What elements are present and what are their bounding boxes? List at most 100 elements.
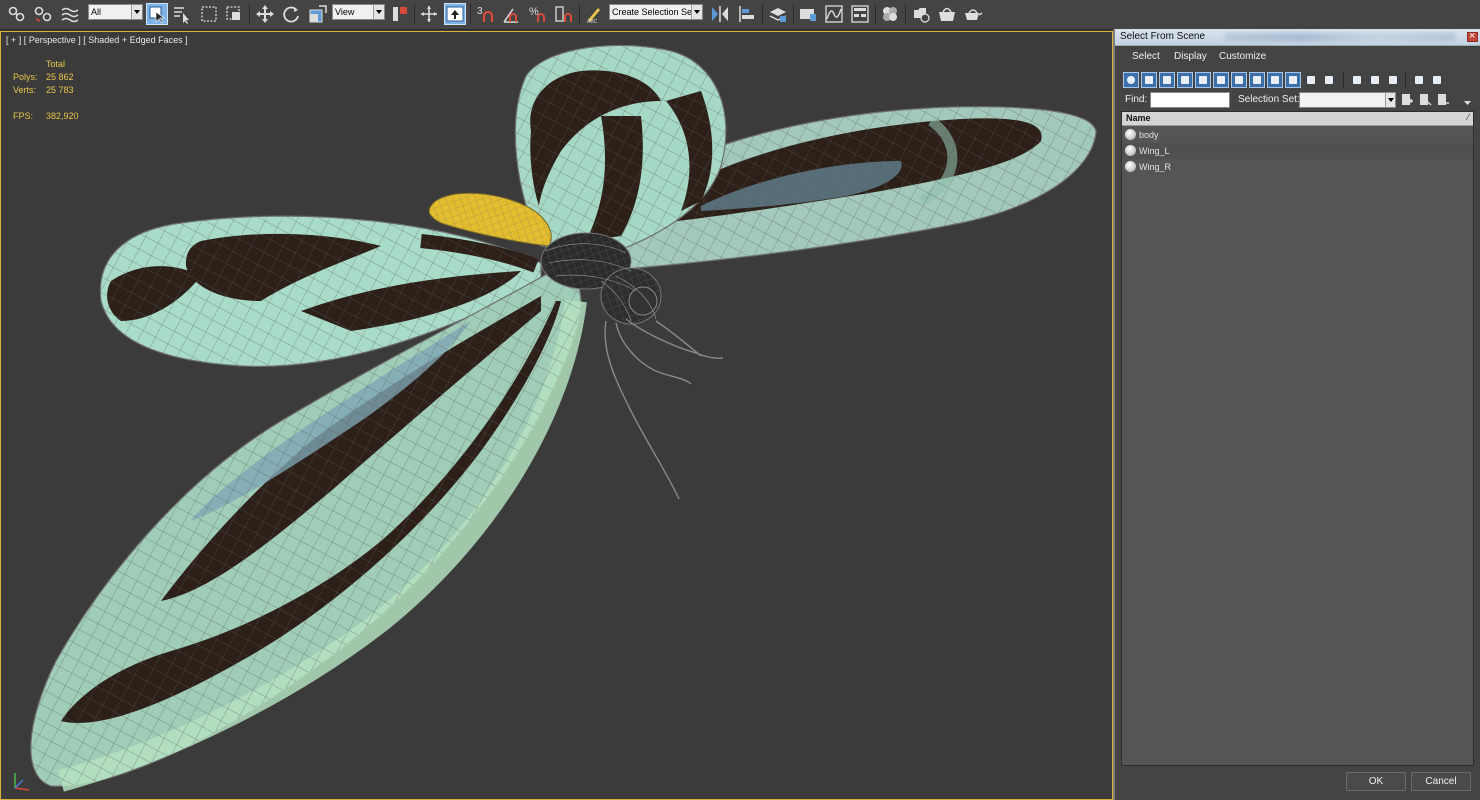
link-icon[interactable] [6,3,28,25]
create-selection-set-icon[interactable] [1401,93,1414,107]
display-helpers-icon[interactable] [1195,72,1211,88]
reference-coord-dropdown[interactable]: View [332,4,385,20]
axis-gizmo-icon [14,773,30,791]
menu-display[interactable]: Display [1174,51,1207,62]
named-selection-value: Create Selection Se [612,7,693,17]
list-item-label: Wing_R [1139,162,1172,172]
display-invert-icon[interactable] [1385,72,1401,88]
cancel-button[interactable]: Cancel [1411,772,1471,791]
percent-snap-icon[interactable]: % [527,3,549,25]
align-icon[interactable] [736,3,758,25]
material-editor-icon[interactable] [879,3,901,25]
name-column-header[interactable]: Name ⁄ [1122,112,1473,126]
list-item-label: Wing_L [1139,146,1170,156]
geometry-sphere-icon [1125,129,1136,140]
stats-polys-label: Polys: [13,72,38,82]
stats-total-label: Total [46,59,66,69]
list-item-label: body [1139,130,1159,140]
bind-spacewarp-icon[interactable] [59,3,81,25]
dialog-filter-toolbar [1121,70,1476,90]
dialog-title: Select From Scene [1120,31,1206,42]
chevron-down-icon [373,5,384,19]
unlink-icon[interactable] [32,3,54,25]
menu-select[interactable]: Select [1132,51,1160,62]
close-icon[interactable] [1467,30,1478,42]
svg-text:ABC: ABC [587,19,598,24]
move-icon[interactable] [254,3,276,25]
snap-3d-icon[interactable]: 3 [475,3,497,25]
schematic-view-icon[interactable] [849,3,871,25]
menu-customize[interactable]: Customize [1219,51,1266,62]
display-spacewarps-icon[interactable] [1213,72,1229,88]
remove-from-selection-set-icon[interactable] [1437,93,1450,107]
display-bones-icon[interactable] [1267,72,1283,88]
angle-snap-icon[interactable] [500,3,522,25]
layer-manager-icon[interactable] [767,3,789,25]
display-containers-icon[interactable] [1285,72,1301,88]
butterfly-model[interactable] [1,32,1112,799]
rect-region-icon[interactable] [198,3,220,25]
display-geometry-icon[interactable] [1123,72,1139,88]
stats-polys-value: 25 862 [46,72,74,82]
display-xrefs-icon[interactable] [1249,72,1265,88]
keyboard-shortcut-icon[interactable] [444,3,466,25]
stats-fps-value: 382,920 [46,111,79,121]
legs [604,318,724,500]
edit-named-sets-icon[interactable]: ABC [583,3,605,25]
stats-fps-label: FPS: [13,111,34,121]
ribbon-icon[interactable] [797,3,819,25]
mirror-icon[interactable] [709,3,731,25]
rendered-frame-icon[interactable] [936,3,958,25]
display-shapes-icon[interactable] [1141,72,1157,88]
scale-icon[interactable] [307,3,329,25]
chevron-down-icon [131,5,142,19]
display-frozen-icon[interactable] [1303,72,1319,88]
display-groups-icon[interactable] [1231,72,1247,88]
window-crossing-icon[interactable] [223,3,245,25]
filter-icon[interactable] [1411,72,1427,88]
chevron-down-icon [691,5,702,19]
blurred-title-area [1225,33,1455,42]
stats-verts-value: 25 783 [46,85,74,95]
spinner-snap-icon[interactable] [553,3,575,25]
selection-filter-value: All [91,7,102,17]
display-none-icon[interactable] [1367,72,1383,88]
add-to-selection-set-icon[interactable] [1419,93,1432,107]
list-item-body[interactable]: body [1122,127,1473,143]
dialog-button-bar: OK Cancel [1115,766,1480,800]
display-lights-icon[interactable] [1159,72,1175,88]
find-row: Find: Selection Set: [1115,91,1480,109]
display-cameras-icon[interactable] [1177,72,1193,88]
chevron-down-icon [1385,93,1395,107]
pivot-icon[interactable] [389,3,411,25]
panel-options-icon[interactable] [1461,93,1474,107]
stats-verts-label: Verts: [13,85,37,95]
name-column-label: Name [1126,113,1151,123]
list-item-wing-l[interactable]: Wing_L [1122,143,1473,159]
manipulate-icon[interactable] [418,3,440,25]
render-icon[interactable] [962,3,984,25]
selection-set-dropdown[interactable] [1299,92,1396,108]
find-input[interactable] [1150,92,1230,108]
filter-options-icon[interactable] [1429,72,1445,88]
svg-text:3: 3 [477,6,483,17]
rotate-icon[interactable] [280,3,302,25]
named-selection-dropdown[interactable]: Create Selection Se [609,4,703,20]
main-toolbar: All View 3 % ABC Create Selection Se [0,0,1480,30]
display-hidden-icon[interactable] [1321,72,1337,88]
select-by-name-icon[interactable] [171,3,193,25]
list-item-wing-r[interactable]: Wing_R [1122,159,1473,175]
perspective-viewport[interactable]: [ + ] [ Perspective ] [ Shaded + Edged F… [0,31,1113,800]
display-all-icon[interactable] [1349,72,1365,88]
select-object-icon[interactable] [146,3,168,25]
selection-set-label: Selection Set: [1238,94,1300,105]
dialog-titlebar[interactable]: Select From Scene [1115,29,1480,46]
reference-coord-value: View [335,7,355,17]
render-setup-icon[interactable] [910,3,932,25]
select-from-scene-dialog: Select From Scene Select Display Customi… [1113,29,1480,800]
curve-editor-icon[interactable] [823,3,845,25]
ok-button[interactable]: OK [1346,772,1406,791]
scene-object-list[interactable]: Name ⁄ body Wing_L Wing_R [1121,111,1474,766]
viewport-label[interactable]: [ + ] [ Perspective ] [ Shaded + Edged F… [6,35,188,45]
selection-filter-dropdown[interactable]: All [88,4,143,20]
